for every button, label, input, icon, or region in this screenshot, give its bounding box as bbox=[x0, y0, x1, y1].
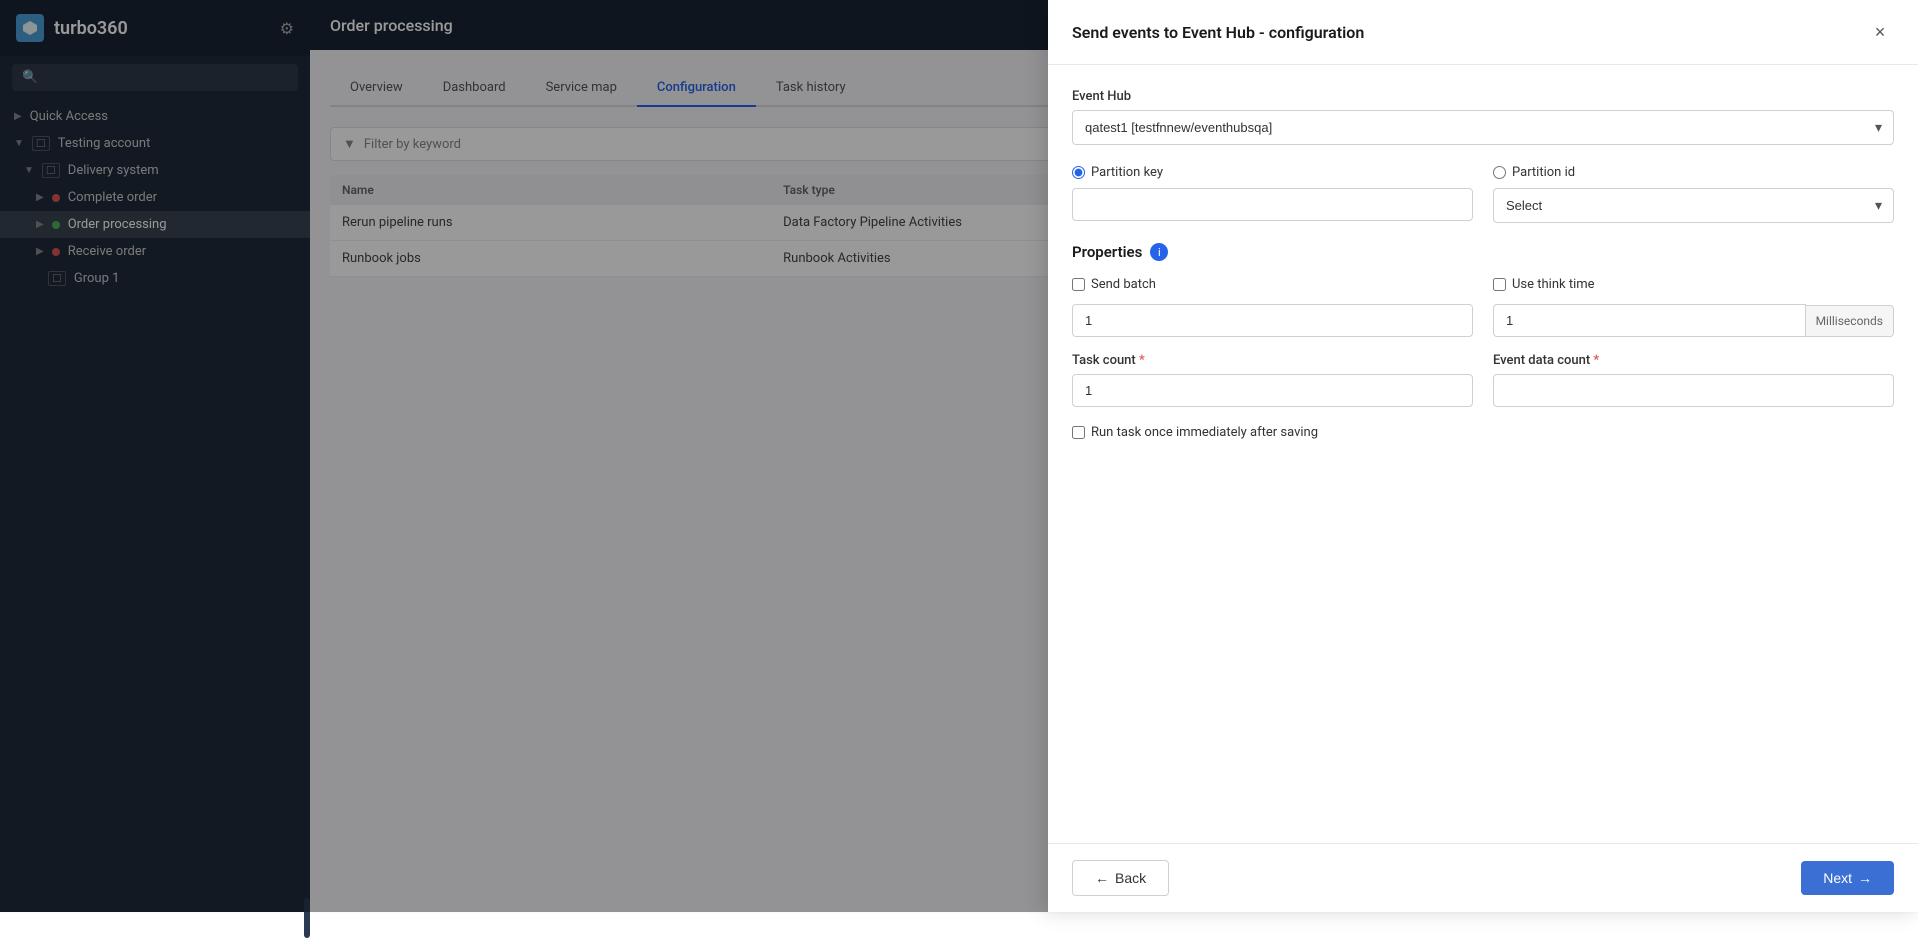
partition-key-label: Partition key bbox=[1091, 165, 1163, 180]
event-hub-group: Event Hub qatest1 [testfnnew/eventhubsqa… bbox=[1072, 89, 1894, 145]
use-think-time-text: Use think time bbox=[1512, 277, 1595, 292]
think-time-input-wrapper: Milliseconds bbox=[1493, 304, 1894, 337]
next-button[interactable]: Next → bbox=[1801, 861, 1894, 895]
partition-id-label: Partition id bbox=[1512, 165, 1575, 180]
back-arrow-icon: ← bbox=[1095, 870, 1109, 886]
required-star: * bbox=[1590, 353, 1599, 368]
use-think-time-checkbox[interactable] bbox=[1493, 278, 1506, 291]
next-label: Next bbox=[1823, 870, 1852, 886]
milliseconds-label: Milliseconds bbox=[1806, 305, 1894, 337]
run-once-group: Run task once immediately after saving bbox=[1072, 425, 1894, 440]
partition-key-radio-label[interactable]: Partition key bbox=[1072, 165, 1473, 180]
task-count-label: Task count * bbox=[1072, 353, 1473, 368]
back-button[interactable]: ← Back bbox=[1072, 860, 1169, 896]
count-fields-row: Task count * Event data count * bbox=[1072, 353, 1894, 407]
send-batch-text: Send batch bbox=[1091, 277, 1156, 292]
partition-id-select[interactable]: Select bbox=[1493, 188, 1894, 223]
send-batch-checkbox[interactable] bbox=[1072, 278, 1085, 291]
run-once-label[interactable]: Run task once immediately after saving bbox=[1072, 425, 1894, 440]
think-time-input[interactable] bbox=[1493, 304, 1806, 337]
properties-header: Properties i bbox=[1072, 243, 1894, 261]
task-count-input[interactable] bbox=[1072, 374, 1473, 407]
partition-id-select-wrapper: Select bbox=[1493, 188, 1894, 223]
partition-id-group: Partition id Select bbox=[1493, 165, 1894, 223]
batch-value-input[interactable] bbox=[1072, 304, 1473, 337]
dialog-title: Send events to Event Hub - configuration bbox=[1072, 23, 1364, 42]
partition-id-radio[interactable] bbox=[1493, 166, 1506, 179]
event-data-count-input[interactable] bbox=[1493, 374, 1894, 407]
required-star: * bbox=[1136, 353, 1145, 368]
partition-key-radio[interactable] bbox=[1072, 166, 1085, 179]
info-icon[interactable]: i bbox=[1150, 243, 1168, 261]
send-batch-label[interactable]: Send batch bbox=[1072, 277, 1473, 292]
properties-title: Properties bbox=[1072, 243, 1142, 261]
back-label: Back bbox=[1115, 870, 1146, 886]
close-button[interactable]: × bbox=[1866, 18, 1894, 46]
event-data-count-group: Event data count * bbox=[1493, 353, 1894, 407]
run-once-text: Run task once immediately after saving bbox=[1091, 425, 1318, 440]
checkbox-row: Send batch Use think time bbox=[1072, 277, 1894, 292]
dialog-body: Event Hub qatest1 [testfnnew/eventhubsqa… bbox=[1048, 65, 1918, 843]
event-hub-select-wrapper: qatest1 [testfnnew/eventhubsqa] bbox=[1072, 110, 1894, 145]
task-count-group: Task count * bbox=[1072, 353, 1473, 407]
partition-key-group: Partition key bbox=[1072, 165, 1473, 223]
dialog-footer: ← Back Next → bbox=[1048, 843, 1918, 912]
partition-id-radio-label[interactable]: Partition id bbox=[1493, 165, 1894, 180]
dialog-header: Send events to Event Hub - configuration… bbox=[1048, 0, 1918, 65]
run-once-checkbox[interactable] bbox=[1072, 426, 1085, 439]
next-arrow-icon: → bbox=[1858, 870, 1872, 886]
partition-key-input[interactable] bbox=[1072, 188, 1473, 221]
dialog: Send events to Event Hub - configuration… bbox=[1048, 0, 1918, 912]
partition-row: Partition key Partition id Select bbox=[1072, 165, 1894, 223]
event-hub-select[interactable]: qatest1 [testfnnew/eventhubsqa] bbox=[1072, 110, 1894, 145]
use-think-time-label[interactable]: Use think time bbox=[1493, 277, 1894, 292]
event-data-count-label: Event data count * bbox=[1493, 353, 1894, 368]
think-time-row: Milliseconds bbox=[1072, 304, 1894, 337]
event-hub-label: Event Hub bbox=[1072, 89, 1894, 104]
batch-value-group bbox=[1072, 304, 1473, 337]
think-time-value-group: Milliseconds bbox=[1493, 304, 1894, 337]
